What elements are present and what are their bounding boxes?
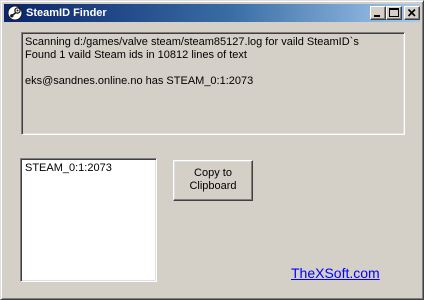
app-window: SteamID Finder Scanning d:/games/valve s…	[0, 0, 424, 300]
log-line-scanning: Scanning d:/games/valve steam/steam85127…	[25, 36, 359, 48]
log-line-result: eks@sandnes.online.no has STEAM_0:1:2073	[25, 75, 254, 87]
title-bar[interactable]: SteamID Finder	[4, 4, 420, 22]
maximize-icon	[389, 8, 399, 17]
copy-button-label-line2: Clipboard	[189, 180, 237, 192]
copy-button-label-line1: Copy to	[194, 167, 232, 179]
log-line-found: Found 1 vaild Steam ids in 10812 lines o…	[25, 49, 247, 61]
minimize-button[interactable]	[370, 6, 386, 20]
close-icon	[407, 8, 416, 17]
website-link[interactable]: TheXSoft.com	[291, 265, 380, 282]
copy-to-clipboard-button[interactable]: Copy to Clipboard	[173, 160, 253, 201]
scan-log-panel: Scanning d:/games/valve steam/steam85127…	[21, 32, 405, 135]
steam-id-listbox[interactable]: STEAM_0:1:2073	[20, 158, 157, 282]
minimize-icon	[374, 15, 380, 17]
log-line-blank	[25, 62, 401, 75]
close-button[interactable]	[404, 6, 420, 20]
steam-logo-icon[interactable]	[7, 5, 23, 21]
window-title: SteamID Finder	[26, 7, 107, 19]
list-item[interactable]: STEAM_0:1:2073	[24, 162, 153, 175]
maximize-button[interactable]	[386, 6, 402, 20]
